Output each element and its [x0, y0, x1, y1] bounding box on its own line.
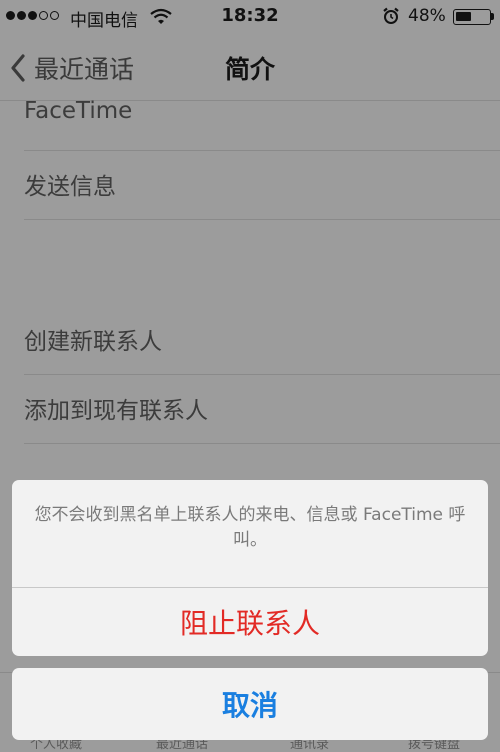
battery-fill	[456, 12, 471, 21]
list-item-create-contact[interactable]: 创建新联系人	[24, 307, 500, 375]
list-item-label: FaceTime	[24, 98, 133, 124]
battery-tip	[491, 13, 494, 20]
page-title: 简介	[224, 55, 275, 84]
list-item-label: 发送信息	[24, 174, 116, 200]
cancel-button[interactable]: 取消	[12, 668, 488, 740]
status-bar: 中国电信 18:32 48%	[0, 0, 500, 32]
battery-percent: 48%	[408, 6, 446, 26]
list-item-add-to-existing[interactable]: 添加到现有联系人	[24, 376, 500, 444]
action-sheet-message: 您不会收到黑名单上联系人的来电、信息或 FaceTime 呼叫。	[34, 505, 466, 550]
action-sheet: 您不会收到黑名单上联系人的来电、信息或 FaceTime 呼叫。 阻止联系人	[12, 480, 488, 656]
list-item-label: 添加到现有联系人	[24, 398, 208, 424]
list-item-send-message[interactable]: 发送信息	[24, 152, 500, 220]
block-contact-button[interactable]: 阻止联系人	[12, 588, 488, 656]
battery-icon	[453, 9, 491, 25]
list-item-facetime[interactable]: FaceTime	[24, 83, 500, 151]
list-item-label: 创建新联系人	[24, 329, 162, 355]
alarm-icon	[383, 7, 399, 24]
